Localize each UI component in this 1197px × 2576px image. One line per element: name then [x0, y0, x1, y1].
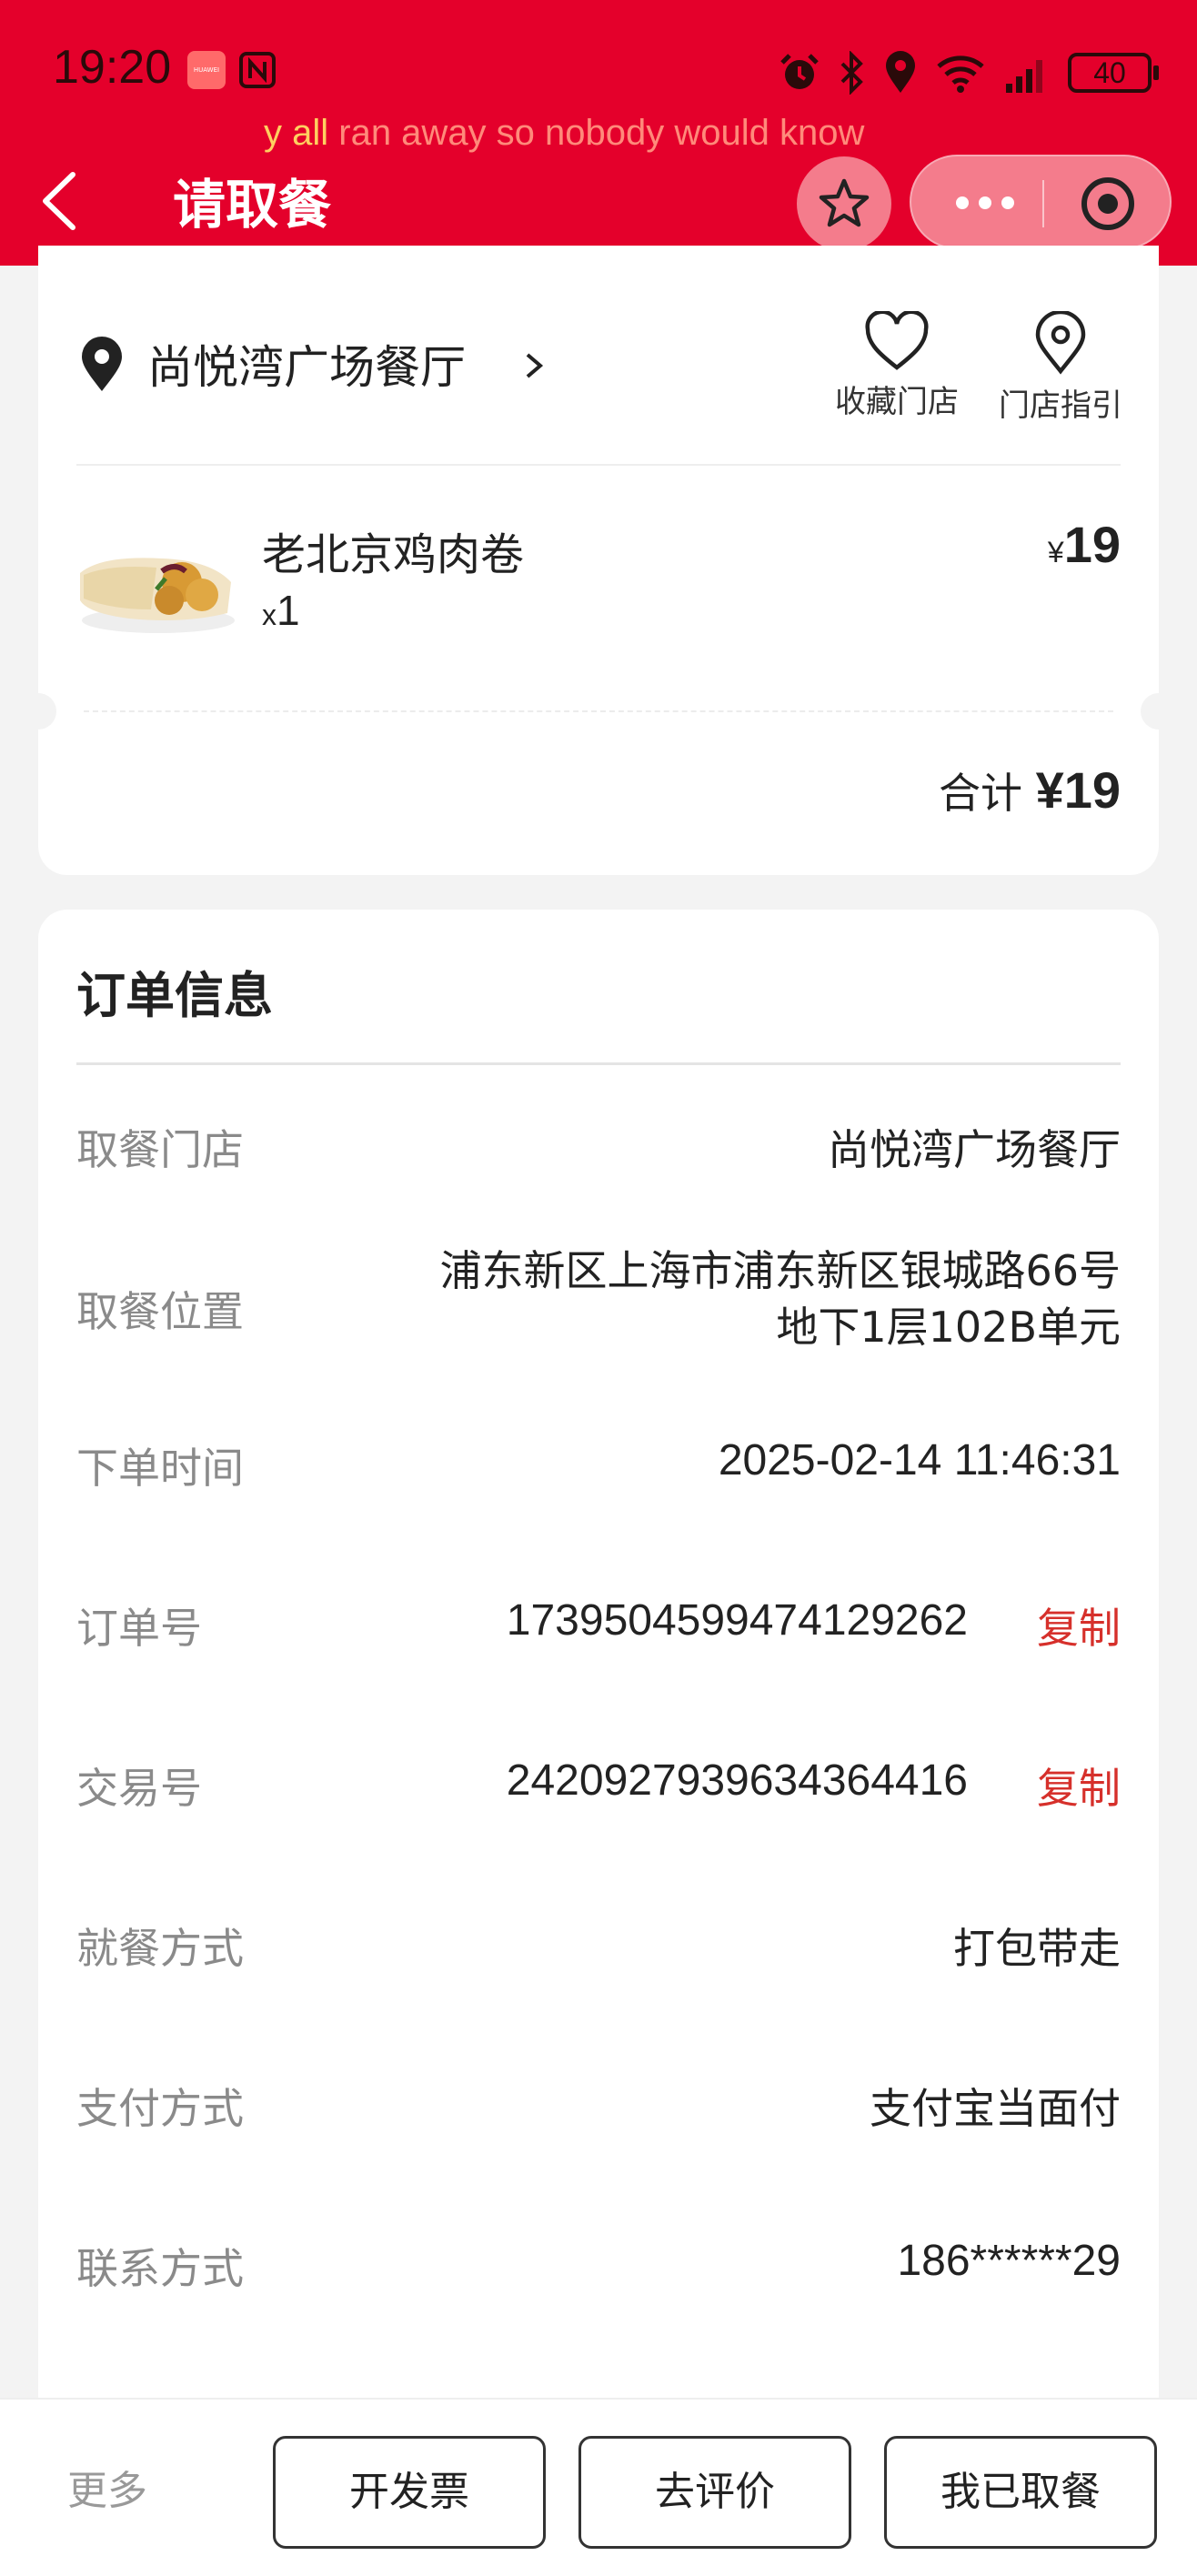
marquee-highlight: y all [264, 113, 329, 153]
dashed-divider [84, 710, 1113, 712]
info-key: 交易号 [76, 1764, 202, 1813]
battery-indicator: 40 [1068, 53, 1159, 93]
review-button[interactable]: 去评价 [578, 2436, 851, 2549]
order-info-card: 订单信息 取餐门店 尚悦湾广场餐厅 取餐位置 浦东新区上海市浦东新区银城路66号… [38, 910, 1159, 2456]
info-value: 尚悦湾广场餐厅 [828, 1125, 1121, 1174]
info-key: 就餐方式 [76, 1924, 244, 1973]
copy-transaction-number-button[interactable]: 复制 [1037, 1756, 1121, 1816]
ticket-notch-left [20, 693, 56, 730]
item-name: 老北京鸡肉卷 [262, 529, 525, 580]
chicken-wrap-image [80, 558, 235, 633]
order-summary-card: 尚悦湾广场餐厅 收藏门店 门店指引 老北京鸡肉卷 x1 ¥19 合计 ¥19 [20, 246, 1177, 875]
order-total: 合计 ¥19 [939, 760, 1121, 820]
favorite-store-button[interactable]: 收藏门店 [824, 311, 970, 421]
picked-up-button[interactable]: 我已取餐 [884, 2436, 1157, 2549]
info-key: 取餐门店 [76, 1125, 244, 1174]
favorite-store-label: 收藏门店 [835, 384, 959, 420]
order-info-title: 订单信息 [76, 967, 273, 1024]
qty-prefix: x [262, 599, 277, 631]
capsule-divider [1042, 180, 1044, 227]
copy-order-number-button[interactable]: 复制 [1037, 1595, 1121, 1655]
price-value: 19 [1063, 516, 1121, 573]
favorite-star-button[interactable] [797, 156, 891, 251]
info-key: 下单时间 [76, 1444, 244, 1493]
total-amount: ¥19 [1035, 761, 1121, 819]
info-value: 2025-02-14 11:46:31 [718, 1436, 1121, 1484]
more-dots-icon[interactable] [953, 189, 1017, 216]
store-guide-label: 门店指引 [999, 387, 1122, 424]
signal-icon [1006, 60, 1042, 93]
page-title: 请取餐 [173, 174, 332, 236]
bottom-action-bar: 更多 开发票 去评价 我已取餐 [0, 2398, 1197, 2576]
item-quantity: x1 [262, 586, 300, 635]
bluetooth-icon [840, 51, 863, 95]
huawei-app-icon: HUAWEI [187, 51, 226, 89]
wifi-icon [937, 55, 984, 93]
order-number-value: 1739504599474129262 [506, 1596, 968, 1645]
invoice-button[interactable]: 开发票 [273, 2436, 546, 2549]
map-pin-icon [1035, 311, 1086, 375]
divider [76, 1062, 1121, 1065]
app-header: 19:20 HUAWEI 40 y all ran away so nobody… [0, 0, 1197, 266]
info-key: 联系方式 [76, 2244, 244, 2293]
close-miniapp-icon[interactable] [1079, 175, 1137, 233]
location-icon [886, 51, 915, 93]
qty-value: 1 [277, 587, 300, 634]
chevron-right-icon[interactable] [522, 347, 546, 384]
more-button[interactable]: 更多 [67, 2458, 147, 2516]
star-icon [819, 178, 870, 227]
ticket-notch-right [1141, 693, 1177, 730]
info-value-address: 浦东新区上海市浦东新区银城路66号 地下1层102B单元 [439, 1243, 1121, 1355]
alarm-icon [780, 54, 819, 89]
transaction-number-value: 2420927939634364416 [506, 1756, 968, 1805]
address-line-2: 地下1层102B单元 [776, 1303, 1121, 1352]
nfc-icon [239, 52, 276, 88]
lyrics-marquee: y all ran away so nobody would know [264, 113, 864, 154]
price-currency: ¥ [1047, 536, 1064, 569]
store-location-pin-icon [82, 337, 122, 391]
marquee-text: ran away so nobody would know [328, 113, 865, 153]
info-key: 订单号 [76, 1604, 202, 1653]
info-value: 支付宝当面付 [870, 2084, 1121, 2133]
address-line-1: 浦东新区上海市浦东新区银城路66号 [439, 1246, 1121, 1295]
divider [76, 464, 1121, 466]
status-time: 19:20 [53, 41, 172, 94]
info-value: 186******29 [897, 2237, 1121, 2285]
item-price: ¥19 [1048, 515, 1121, 574]
status-icons: 40 [779, 45, 1159, 100]
info-key: 支付方式 [76, 2084, 244, 2133]
heart-icon [865, 311, 929, 370]
back-arrow-icon[interactable] [36, 169, 87, 233]
info-key: 取餐位置 [76, 1287, 244, 1336]
miniapp-capsule [910, 155, 1172, 249]
store-name-link[interactable]: 尚悦湾广场餐厅 [147, 331, 466, 397]
info-value: 打包带走 [953, 1924, 1121, 1973]
store-guide-button[interactable]: 门店指引 [988, 311, 1133, 425]
total-label: 合计 [938, 769, 1036, 818]
